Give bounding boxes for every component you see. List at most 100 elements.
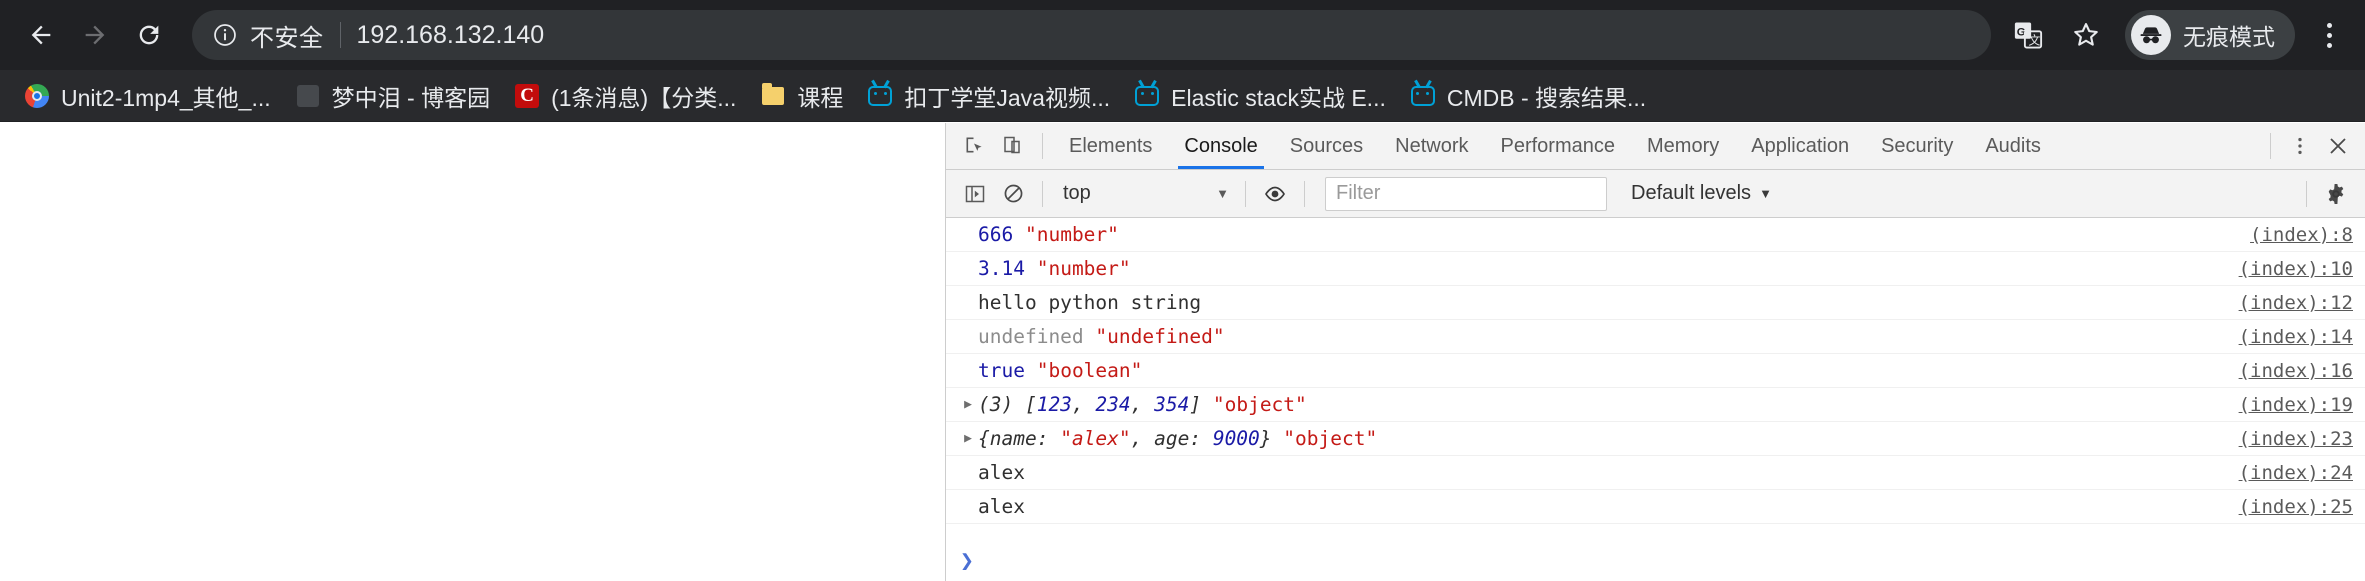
- bookmark-item[interactable]: Elastic stack实战 E...: [1122, 76, 1398, 116]
- browser-window: 不安全 192.168.132.140 G 文 无痕模式 Unit2-1mp4_…: [0, 0, 2365, 581]
- token-obj: }: [1259, 427, 1284, 450]
- console-message-source-link[interactable]: (index):8: [2250, 224, 2353, 246]
- console-message-source-link[interactable]: (index):24: [2239, 462, 2353, 484]
- reload-button[interactable]: [122, 8, 176, 62]
- bilibili-favicon: [867, 83, 893, 109]
- device-toolbar-button[interactable]: [994, 127, 1032, 165]
- console-message[interactable]: ▶666 "number"(index):8: [946, 218, 2365, 252]
- devtools-tab-elements[interactable]: Elements: [1053, 123, 1168, 169]
- console-message-list[interactable]: ▶666 "number"(index):8▶3.14 "number"(ind…: [946, 218, 2365, 541]
- log-levels-select[interactable]: Default levels ▼: [1621, 177, 1782, 211]
- console-message-source-link[interactable]: (index):10: [2239, 258, 2353, 280]
- devtools-panel: Elements Console Sources Network Performance…: [945, 123, 2365, 581]
- console-filter-input[interactable]: Filter: [1325, 176, 1607, 211]
- console-message-text: alex: [978, 495, 2239, 518]
- kebab-dot: [2326, 22, 2332, 28]
- devtools-tab-network[interactable]: Network: [1379, 123, 1484, 169]
- token-obj: , age:: [1130, 427, 1213, 450]
- console-message[interactable]: ▶ {name: "alex", age: 9000} "object" (inde…: [946, 422, 2365, 456]
- devtools-tab-console[interactable]: Console: [1168, 123, 1273, 169]
- console-message-source-link[interactable]: (index):23: [2239, 428, 2353, 450]
- console-message-text: hello python string: [978, 291, 2239, 314]
- chrome-menu-button[interactable]: [2307, 8, 2351, 62]
- token-str: "object": [1283, 427, 1378, 450]
- devtools-tab-application[interactable]: Application: [1735, 123, 1865, 169]
- console-settings-button[interactable]: [2317, 175, 2355, 213]
- devtools-tab-memory[interactable]: Memory: [1631, 123, 1735, 169]
- console-message-source-link[interactable]: (index):19: [2239, 394, 2353, 416]
- address-bar[interactable]: 不安全 192.168.132.140: [192, 10, 1991, 60]
- token-objnum: 9000: [1212, 427, 1260, 450]
- console-message-text: (3) [123, 234, 354] "object": [978, 393, 2239, 416]
- bookmark-item[interactable]: Unit2-1mp4_其他_...: [12, 76, 283, 116]
- token-objnum: 123: [1036, 393, 1072, 416]
- star-icon: [2074, 23, 2098, 46]
- kebab-dot: [2326, 32, 2332, 38]
- url-text[interactable]: 192.168.132.140: [357, 21, 545, 50]
- devtools-more-options-button[interactable]: [2281, 127, 2319, 165]
- console-message[interactable]: ▶true "boolean"(index):16: [946, 354, 2365, 388]
- console-message-source-link[interactable]: (index):25: [2239, 496, 2353, 518]
- kebab-dot: [2326, 42, 2332, 48]
- bookmark-item[interactable]: C (1条消息)【分类...: [502, 76, 748, 116]
- execution-context-select[interactable]: top ▼: [1053, 177, 1235, 211]
- gear-icon: [2328, 183, 2344, 204]
- console-message[interactable]: ▶3.14 "number"(index):10: [946, 252, 2365, 286]
- toolbar-divider: [2306, 180, 2307, 207]
- incognito-icon: [2131, 15, 2171, 55]
- bilibili-favicon: [1134, 83, 1160, 109]
- live-expression-button[interactable]: [1256, 175, 1294, 213]
- log-levels-value: Default levels: [1631, 182, 1752, 204]
- page-content-area: [0, 123, 945, 581]
- bookmark-star-button[interactable]: [2059, 8, 2113, 62]
- forward-button[interactable]: [68, 8, 122, 62]
- console-message-source-link[interactable]: (index):14: [2239, 326, 2353, 348]
- console-message[interactable]: ▶alex(index):25: [946, 490, 2365, 524]
- console-message-source-link[interactable]: (index):12: [2239, 292, 2353, 314]
- bookmark-item[interactable]: 课程: [748, 76, 855, 116]
- console-message[interactable]: ▶ (3) [123, 234, 354] "object" (index):19: [946, 388, 2365, 422]
- devtools-tabbar: Elements Console Sources Network Performance…: [946, 123, 2365, 170]
- back-button[interactable]: [14, 8, 68, 62]
- console-input[interactable]: [984, 547, 2365, 575]
- token-plain: alex: [978, 461, 1025, 484]
- devtools-tab-sources[interactable]: Sources: [1274, 123, 1379, 169]
- console-filter-toolbar: top ▼ Filter Default levels ▼: [946, 170, 2365, 218]
- console-message[interactable]: ▶hello python string(index):12: [946, 286, 2365, 320]
- incognito-indicator[interactable]: 无痕模式: [2125, 10, 2295, 60]
- token-obj: {name:: [978, 427, 1061, 450]
- close-icon: [2330, 138, 2346, 154]
- devtools-close-button[interactable]: [2319, 127, 2357, 165]
- console-message[interactable]: ▶undefined "undefined"(index):14: [946, 320, 2365, 354]
- incognito-label: 无痕模式: [2183, 24, 2275, 50]
- reload-icon: [139, 25, 159, 45]
- bookmark-item[interactable]: CMDB - 搜索结果...: [1398, 76, 1658, 116]
- bookmark-label: 课程: [797, 84, 844, 111]
- bookmark-item[interactable]: 扣丁学堂Java视频...: [855, 76, 1122, 116]
- token-plain: hello python string: [978, 291, 1202, 314]
- devtools-tab-performance[interactable]: Performance: [1485, 123, 1632, 169]
- browser-toolbar: 不安全 192.168.132.140 G 文 无痕模式: [0, 0, 2365, 70]
- bookmark-label: 扣丁学堂Java视频...: [904, 84, 1111, 111]
- translate-button[interactable]: G 文: [2001, 8, 2055, 62]
- devtools-tab-audits[interactable]: Audits: [1969, 123, 2057, 169]
- console-message[interactable]: ▶alex(index):24: [946, 456, 2365, 490]
- console-prompt[interactable]: ❯: [946, 541, 2365, 581]
- inspect-element-button[interactable]: [956, 127, 994, 165]
- expand-triangle-icon[interactable]: ▶: [960, 398, 976, 411]
- clear-console-button[interactable]: [994, 175, 1032, 213]
- info-circle-icon[interactable]: [212, 22, 238, 48]
- bookmark-item[interactable]: 梦中泪 - 博客园: [283, 76, 502, 116]
- expand-triangle-icon[interactable]: ▶: [960, 432, 976, 445]
- folder-favicon: [760, 82, 786, 109]
- console-message-source-link[interactable]: (index):16: [2239, 360, 2353, 382]
- console-message-text: 666 "number": [978, 223, 2250, 246]
- bilibili-favicon: [1410, 83, 1436, 109]
- token-plain: alex: [978, 495, 1025, 518]
- eye-icon: [1265, 186, 1285, 201]
- security-status-label: 不安全: [250, 24, 324, 52]
- svg-text:文: 文: [2029, 34, 2041, 48]
- console-sidebar-toggle-button[interactable]: [956, 175, 994, 213]
- devtools-tab-security[interactable]: Security: [1865, 123, 1969, 169]
